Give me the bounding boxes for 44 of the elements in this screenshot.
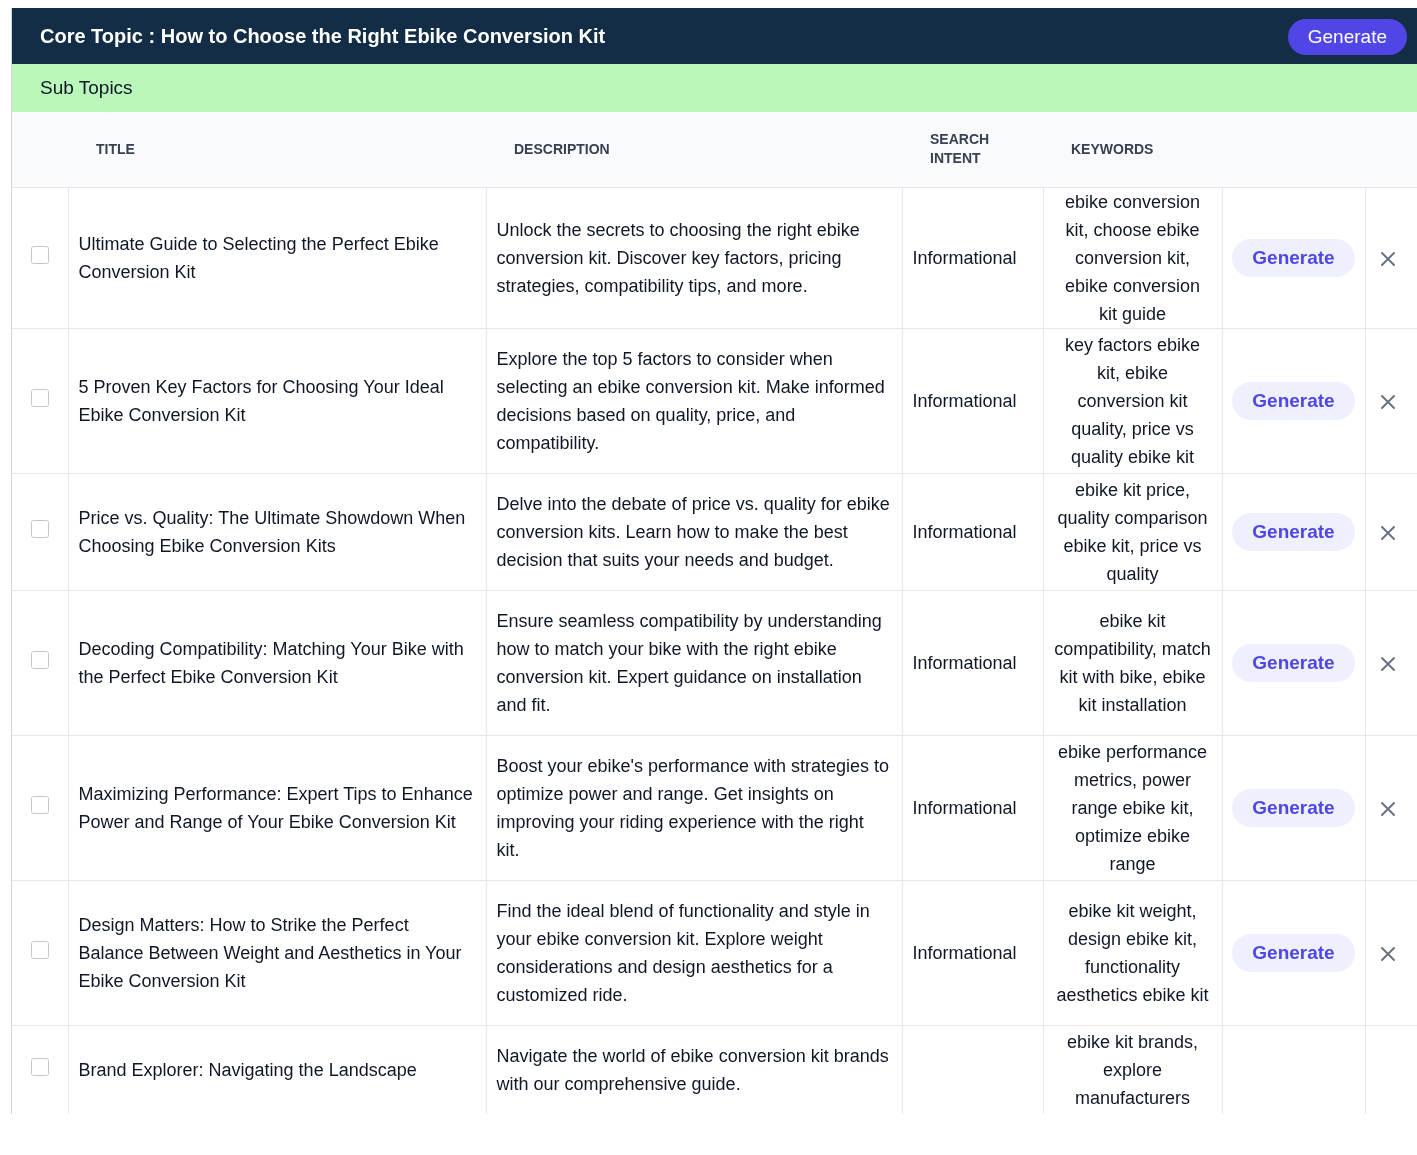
column-header: DESCRIPTION [514,141,610,158]
keywords-cell-text: ebike performance metrics, power range ebike kit, optimize ebike range [1056,740,1209,876]
generate-button[interactable]: Generate [1232,512,1355,551]
keywords-cell-text: ebike kit weight, design ebike kit, functionality aesthetics ebike kit [1055,899,1210,1007]
core-topic-title: Core Topic : How to Choose the Right Ebike Conversion Kit [40,24,606,49]
description-cell-text: Unlock the secrets to choosing the right ebike conversion kit. Discover key factors, pricing strategies, compatibility tips, and more. [496,218,861,298]
description-cell-text: Find the ideal blend of functionality and style in your ebike conversion kit. Explore weight considerations and design aesthetics for a customized ride. [496,899,871,1007]
generate-button[interactable]: Generate [1232,643,1355,682]
close-icon[interactable] [1379,393,1396,410]
description-cell-text: Explore the top 5 factors to consider when selecting an ebike conversion kit. Make informed decisions based on quality, price, and compatibility. [496,347,886,455]
search-intent-cell-text: Informational [912,246,1018,270]
title-cell-text: Brand Explorer: Navigating the Landscape [78,1058,418,1082]
search-intent-cell-text: Informational [912,796,1018,820]
title-cell-text: Decoding Compatibility: Matching Your Bike with the Perfect Ebike Conversion Kit [78,637,465,689]
close-icon[interactable] [1379,655,1396,672]
description-cell-text: Delve into the debate of price vs. quality for ebike conversion kits. Learn how to make the best decision that suits your needs and budget. [496,492,891,572]
title-cell-text: Ultimate Guide to Selecting the Perfect Ebike Conversion Kit [78,232,440,284]
close-icon[interactable] [1379,524,1396,541]
keywords-cell-text: ebike kit brands, explore manufacturers [1065,1030,1200,1110]
search-intent-cell-text: Informational [912,651,1018,675]
generate-button[interactable]: Generate [1232,238,1355,277]
close-icon[interactable] [1379,250,1396,267]
column-header: TITLE [96,141,135,158]
search-intent-cell-text: Informational [912,941,1018,965]
generate-button[interactable]: Generate [1287,19,1407,55]
keywords-cell-text: ebike kit price, quality comparison ebike kit, price vs quality [1056,478,1209,586]
close-icon[interactable] [1379,945,1396,962]
generate-button[interactable]: Generate [1232,788,1355,827]
search-intent-cell-text: Informational [912,520,1018,544]
section-title: Sub Topics [40,75,133,100]
column-header: SEARCH INTENT [930,130,991,169]
column-header: KEYWORDS [1071,141,1154,158]
generate-button[interactable]: Generate [1232,381,1355,420]
description-cell-text: Boost your ebike's performance with strategies to optimize power and range. Get insights on improving your riding experience with the right kit. [496,754,891,862]
generate-button[interactable]: Generate [1232,933,1355,972]
title-cell-text: Price vs. Quality: The Ultimate Showdown When Choosing Ebike Conversion Kits [78,506,467,558]
description-cell-text: Ensure seamless compatibility by understanding how to match your bike with the right ebike conversion kit. Expert guidance on installation and fit. [496,609,883,717]
title-cell-text: 5 Proven Key Factors for Choosing Your Ideal Ebike Conversion Kit [78,375,445,427]
title-cell-text: Maximizing Performance: Expert Tips to Enhance Power and Range of Your Ebike Conversion Kit [78,782,474,834]
description-cell-text: Navigate the world of ebike conversion kit brands with our comprehensive guide. [496,1044,890,1096]
close-icon[interactable] [1379,800,1396,817]
title-cell-text: Design Matters: How to Strike the Perfect Balance Between Weight and Aesthetics in Your Ebike Conversion Kit [78,913,463,993]
keywords-cell-text: ebike kit compatibility, match kit with bike, ebike kit installation [1053,609,1212,717]
search-intent-cell-text: Informational [912,389,1018,413]
